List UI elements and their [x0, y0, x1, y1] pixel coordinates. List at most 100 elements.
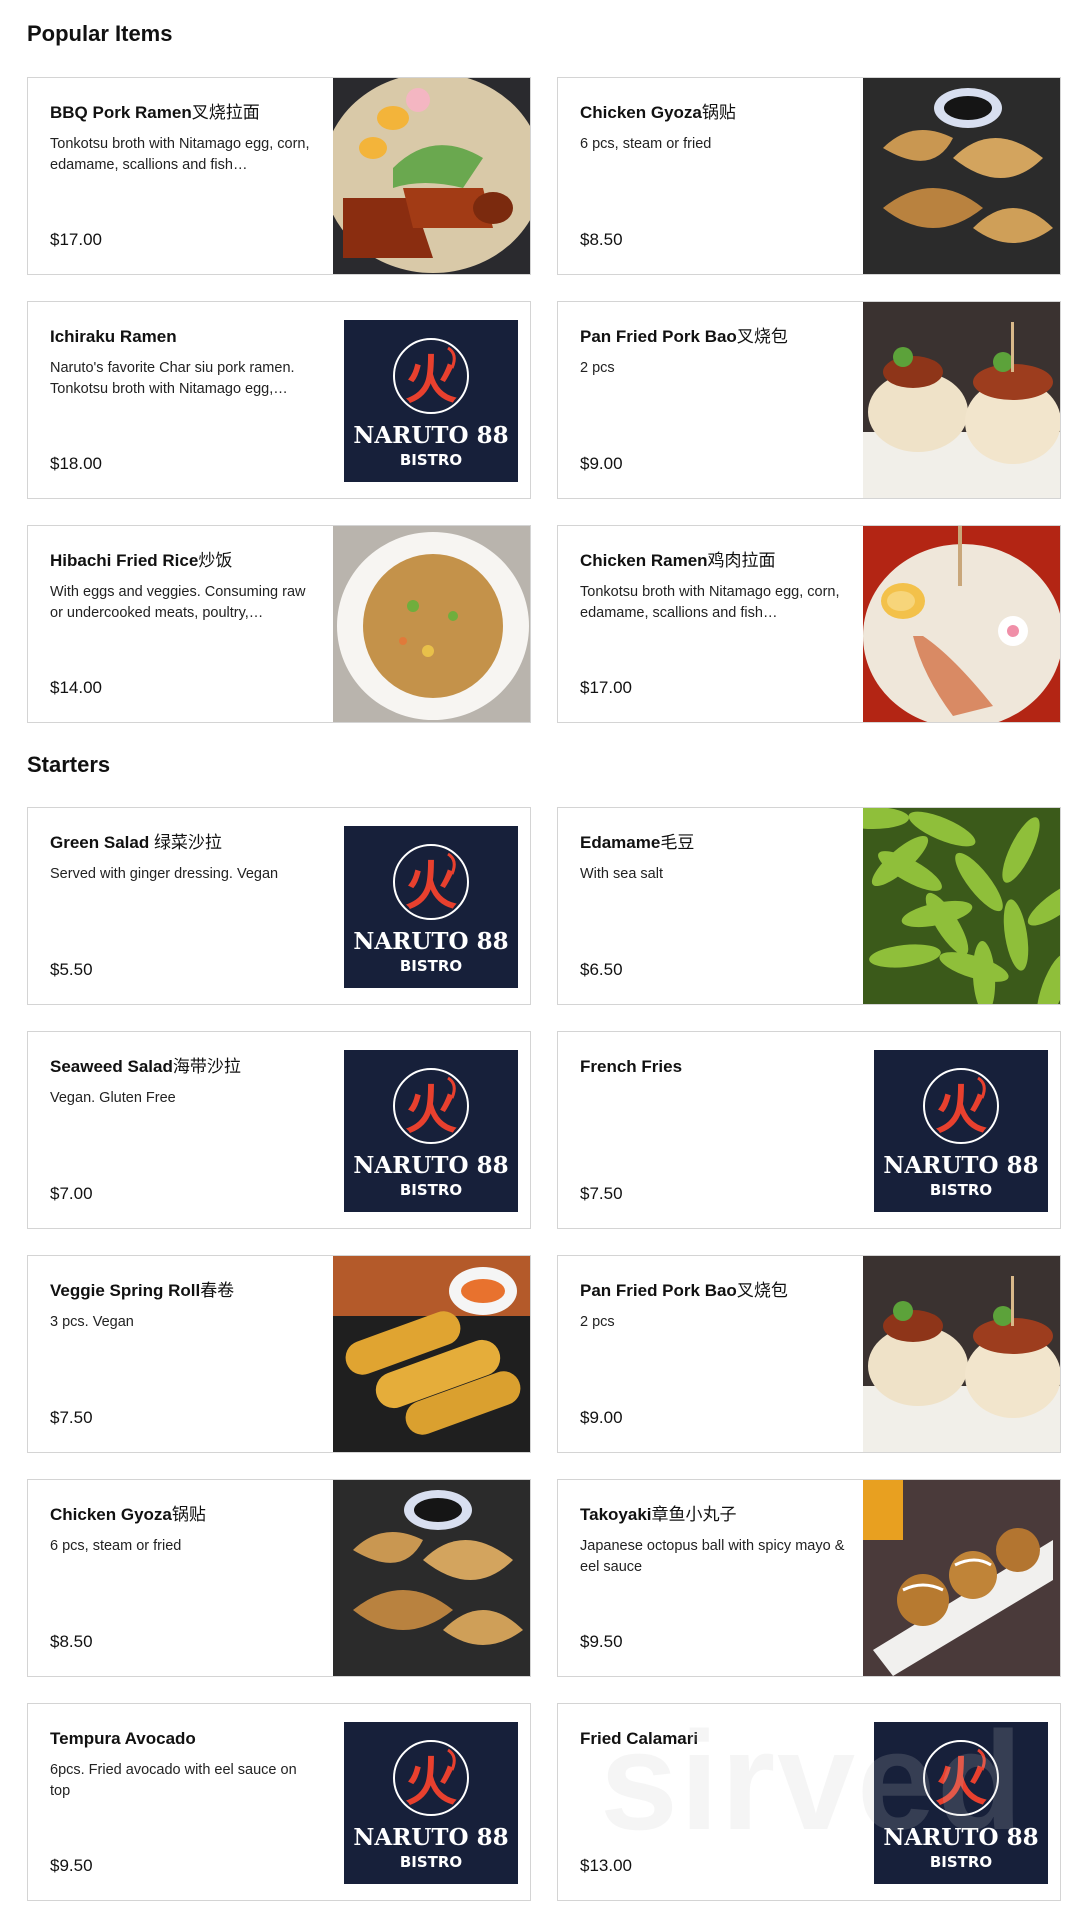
menu-item-description: 3 pcs. Vegan	[50, 1314, 134, 1330]
menu-item-price: $13.00	[580, 1856, 632, 1875]
menu-item-card[interactable]: Ichiraku Ramen Naruto's favorite Char si…	[27, 301, 531, 499]
bao-photo	[863, 1256, 1060, 1452]
menu-item-price: $17.00	[50, 230, 102, 249]
menu-item-info: Fried Calamari $13.00	[580, 1728, 850, 1878]
gyoza-photo	[333, 1480, 530, 1676]
restaurant-logo-image: 火 NARUTO 88 BISTRO	[874, 1050, 1048, 1212]
menu-item-card[interactable]: BBQ Pork Ramen叉烧拉面 Tonkotsu broth with N…	[27, 77, 531, 275]
menu-item-card[interactable]: Green Salad 绿菜沙拉 Served with ginger dres…	[27, 807, 531, 1005]
menu-item-name: French Fries	[580, 1056, 850, 1078]
menu-item-name-en: Pan Fried Pork Bao	[580, 327, 737, 346]
menu-item-name-zh: 炒饭	[198, 551, 233, 570]
menu-item-card[interactable]: Takoyaki章鱼小丸子 Japanese octopus ball with…	[557, 1479, 1061, 1677]
menu-item-card[interactable]: Veggie Spring Roll春卷 3 pcs. Vegan $7.50	[27, 1255, 531, 1453]
menu-item-name-en: Edamame	[580, 833, 661, 852]
logo-glyph: 火	[405, 1081, 457, 1141]
menu-item-info: Tempura Avocado 6pcs. Fried avocado with…	[50, 1728, 320, 1878]
menu-item-name: Hibachi Fried Rice炒饭	[50, 550, 320, 572]
bao-photo	[863, 302, 1060, 498]
menu-item-price: $9.50	[50, 1856, 93, 1875]
menu-item-description: Served with ginger dressing. Vegan	[50, 866, 279, 882]
logo-title: NARUTO 88	[353, 1824, 508, 1851]
menu-item-name: Edamame毛豆	[580, 832, 850, 854]
menu-item-name: Fried Calamari	[580, 1728, 850, 1750]
menu-item-card[interactable]: Seaweed Salad海带沙拉 Vegan. Gluten Free $7.…	[27, 1031, 531, 1229]
menu-item-name-zh: 海带沙拉	[172, 1057, 241, 1076]
menu-item-name: Ichiraku Ramen	[50, 326, 320, 348]
menu-item-card[interactable]: Chicken Gyoza锅贴 6 pcs, steam or fried $8…	[27, 1479, 531, 1677]
menu-item-name-zh: 章鱼小丸子	[651, 1505, 737, 1524]
menu-item-price: $8.50	[50, 1632, 93, 1651]
menu-item-description: 2 pcs	[580, 1314, 615, 1330]
menu-item-name-zh: 锅贴	[701, 103, 736, 122]
menu-item-price: $17.00	[580, 678, 632, 697]
menu-item-description: 2 pcs	[580, 360, 615, 376]
section-title-popular: Popular Items	[27, 21, 173, 46]
menu-item-card[interactable]: Pan Fried Pork Bao叉烧包 2 pcs $9.00	[557, 1255, 1061, 1453]
menu-item-price: $5.50	[50, 960, 93, 979]
restaurant-logo-image: 火 NARUTO 88 BISTRO	[344, 1722, 518, 1884]
restaurant-logo-image: 火 NARUTO 88 BISTRO	[344, 1050, 518, 1212]
restaurant-logo-image: 火 NARUTO 88 BISTRO	[874, 1722, 1048, 1884]
menu-item-info: Ichiraku Ramen Naruto's favorite Char si…	[50, 326, 320, 476]
menu-item-card[interactable]: Pan Fried Pork Bao叉烧包 2 pcs $9.00	[557, 301, 1061, 499]
logo-title: NARUTO 88	[353, 422, 508, 449]
menu-item-name-en: Veggie Spring Roll	[50, 1281, 201, 1300]
menu-item-card[interactable]: Tempura Avocado 6pcs. Fried avocado with…	[27, 1703, 531, 1901]
menu-item-name-zh: 叉烧拉面	[191, 103, 260, 122]
logo-title: NARUTO 88	[883, 1152, 1038, 1179]
naruto-88-logo: 火 NARUTO 88 BISTRO	[874, 1050, 1048, 1212]
menu-item-name-zh: 毛豆	[660, 833, 695, 852]
menu-item-name-zh: 叉烧包	[736, 327, 788, 346]
menu-item-name-en: Takoyaki	[580, 1505, 652, 1524]
menu-item-info: Green Salad 绿菜沙拉 Served with ginger dres…	[50, 832, 320, 982]
menu-item-price: $9.00	[580, 454, 623, 473]
menu-item-description: 6 pcs, steam or fried	[50, 1538, 182, 1554]
logo-title: NARUTO 88	[883, 1824, 1038, 1851]
menu-item-description: Naruto's favorite Char siu pork ramen. T…	[50, 360, 295, 397]
logo-subtitle: BISTRO	[400, 1853, 462, 1871]
menu-item-info: Pan Fried Pork Bao叉烧包 2 pcs $9.00	[580, 1280, 850, 1430]
menu-item-name-zh: 叉烧包	[736, 1281, 788, 1300]
logo-subtitle: BISTRO	[400, 451, 462, 469]
menu-item-name: Chicken Ramen鸡肉拉面	[580, 550, 850, 572]
restaurant-logo-image: 火 NARUTO 88 BISTRO	[344, 320, 518, 482]
menu-item-card[interactable]: French Fries $7.50 火 NARUTO 88 BISTRO	[557, 1031, 1061, 1229]
fried-rice-photo	[333, 526, 530, 722]
menu-item-name-en: Hibachi Fried Rice	[50, 551, 199, 570]
menu-item-description: With sea salt	[580, 866, 663, 882]
section-title-starters: Starters	[27, 752, 111, 777]
menu-item-price: $7.50	[50, 1408, 93, 1427]
menu-item-name: Chicken Gyoza锅贴	[580, 102, 850, 124]
menu-item-name: Green Salad 绿菜沙拉	[50, 832, 320, 854]
menu-item-card[interactable]: Hibachi Fried Rice炒饭 With eggs and veggi…	[27, 525, 531, 723]
edamame-photo	[863, 808, 1060, 1004]
menu-item-name-en: Pan Fried Pork Bao	[580, 1281, 737, 1300]
menu-item-description: 6pcs. Fried avocado with eel sauce on to…	[50, 1762, 297, 1799]
menu-item-price: $9.00	[580, 1408, 623, 1427]
menu-item-name-zh: 鸡肉拉面	[707, 551, 776, 570]
starters-grid: Green Salad 绿菜沙拉 Served with ginger dres…	[27, 807, 1061, 1901]
menu-item-card[interactable]: Chicken Gyoza锅贴 6 pcs, steam or fried $8…	[557, 77, 1061, 275]
menu-item-info: Chicken Ramen鸡肉拉面 Tonkotsu broth with Ni…	[580, 550, 850, 700]
menu-item-card[interactable]: Fried Calamari $13.00 火 NARUTO 88 BISTRO	[557, 1703, 1061, 1901]
menu-item-name: Pan Fried Pork Bao叉烧包	[580, 326, 850, 348]
menu-item-price: $9.50	[580, 1632, 623, 1651]
menu-item-info: Chicken Gyoza锅贴 6 pcs, steam or fried $8…	[50, 1504, 320, 1654]
logo-glyph: 火	[405, 351, 457, 411]
menu-item-name: Takoyaki章鱼小丸子	[580, 1504, 850, 1526]
menu-item-description: Tonkotsu broth with Nitamago egg, corn, …	[580, 584, 840, 621]
menu-item-name-en: Seaweed Salad	[50, 1057, 173, 1076]
menu-item-card[interactable]: Edamame毛豆 With sea salt $6.50	[557, 807, 1061, 1005]
logo-subtitle: BISTRO	[400, 957, 462, 975]
menu-item-price: $14.00	[50, 678, 102, 697]
logo-subtitle: BISTRO	[930, 1181, 992, 1199]
menu-item-info: Veggie Spring Roll春卷 3 pcs. Vegan $7.50	[50, 1280, 320, 1430]
spring-roll-photo	[333, 1256, 530, 1452]
menu-item-name: Veggie Spring Roll春卷	[50, 1280, 320, 1302]
naruto-88-logo: 火 NARUTO 88 BISTRO	[344, 826, 518, 988]
menu-item-card[interactable]: Chicken Ramen鸡肉拉面 Tonkotsu broth with Ni…	[557, 525, 1061, 723]
menu-item-price: $18.00	[50, 454, 102, 473]
menu-item-price: $8.50	[580, 230, 623, 249]
menu-item-info: Edamame毛豆 With sea salt $6.50	[580, 832, 850, 982]
